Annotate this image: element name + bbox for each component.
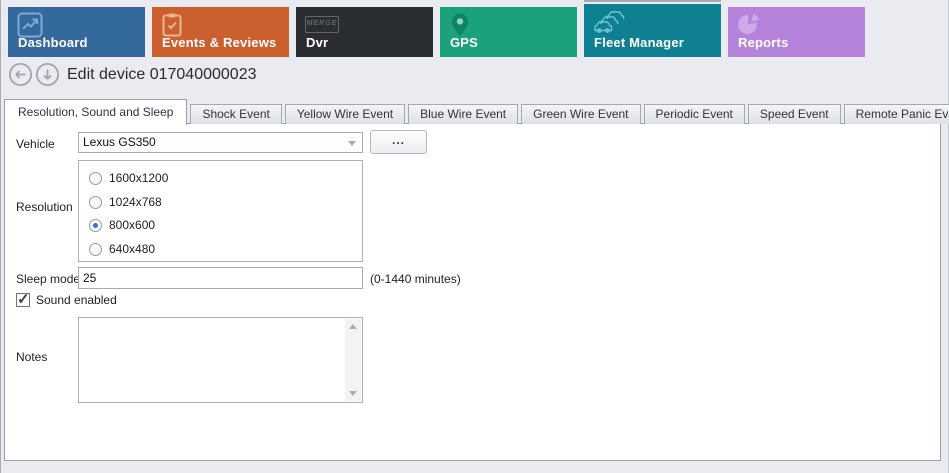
back-button[interactable] [8,62,33,87]
sleep-mode-input[interactable] [78,267,363,289]
notes-textarea[interactable] [79,318,348,406]
nav-tile-reports[interactable]: Reports [728,7,865,57]
nav-tile-dvr[interactable]: MERGE Dvr [296,7,433,57]
scrollbar-down-button[interactable] [345,386,361,401]
radio-option-1024x768[interactable]: 1024x768 [89,194,162,210]
radio-option-640x480[interactable]: 640x480 [89,241,155,257]
vehicle-label: Vehicle [16,137,55,151]
tab-resolution-sound-sleep[interactable]: Resolution, Sound and Sleep [4,99,187,125]
tab-blue-wire-event[interactable]: Blue Wire Event [408,104,518,124]
vehicle-browse-button[interactable]: ... [370,130,427,154]
chevron-down-icon [348,141,356,146]
nav-tile-label: Dvr [306,35,328,50]
radio-icon [89,196,102,209]
nav-tile-label: Dashboard [18,35,88,50]
nav-tile-label: Events & Reviews [162,35,276,50]
radio-icon [89,219,102,232]
resolution-sound-sleep-panel: Vehicle Lexus GS350 ... Resolution 1600x… [4,123,941,461]
notes-scrollbar[interactable] [345,319,361,401]
tab-yellow-wire-event[interactable]: Yellow Wire Event [285,104,405,124]
device-settings-tabstrip: Resolution, Sound and Sleep Shock Event … [4,98,949,124]
dvr-logo-icon: MERGE [305,12,339,33]
notes-field [78,317,363,403]
sleep-mode-label: Sleep mode [16,272,80,286]
expand-button[interactable] [35,62,60,87]
triangle-up-icon [349,324,357,329]
radio-option-800x600[interactable]: 800x600 [89,217,155,233]
scrollbar-up-button[interactable] [345,319,361,334]
nav-tile-label: Fleet Manager [594,35,684,50]
nav-tile-dashboard[interactable]: Dashboard [8,7,145,57]
nav-tile-label: GPS [450,35,478,50]
vehicle-value: Lexus GS350 [79,133,362,152]
tab-remote-panic-event[interactable]: Remote Panic Event [844,104,949,124]
checkbox-icon [16,293,30,307]
resolution-label: Resolution [16,200,73,214]
radio-icon [89,243,102,256]
arrow-left-icon [8,74,33,91]
tab-shock-event[interactable]: Shock Event [190,104,281,124]
arrow-down-icon [35,74,60,91]
tab-speed-event[interactable]: Speed Event [748,104,841,124]
sound-enabled-checkbox[interactable]: Sound enabled [16,293,117,307]
vehicle-combobox[interactable]: Lexus GS350 [78,132,363,153]
page-title: Edit device 017040000023 [67,66,257,84]
nav-tile-fleet-manager[interactable]: Fleet Manager [584,4,721,57]
triangle-down-icon [349,391,357,396]
nav-tile-label: Reports [738,35,789,50]
resolution-groupbox: 1600x1200 1024x768 800x600 640x480 [78,160,363,262]
nav-tile-gps[interactable]: GPS [440,7,577,57]
radio-icon [89,172,102,185]
tab-green-wire-event[interactable]: Green Wire Event [521,104,640,124]
window-left-border [0,0,1,473]
sleep-mode-hint: (0-1440 minutes) [370,272,461,286]
tab-periodic-event[interactable]: Periodic Event [644,104,745,124]
nav-tile-events-reviews[interactable]: Events & Reviews [152,7,289,57]
radio-option-1600x1200[interactable]: 1600x1200 [89,170,168,186]
notes-label: Notes [16,350,47,364]
